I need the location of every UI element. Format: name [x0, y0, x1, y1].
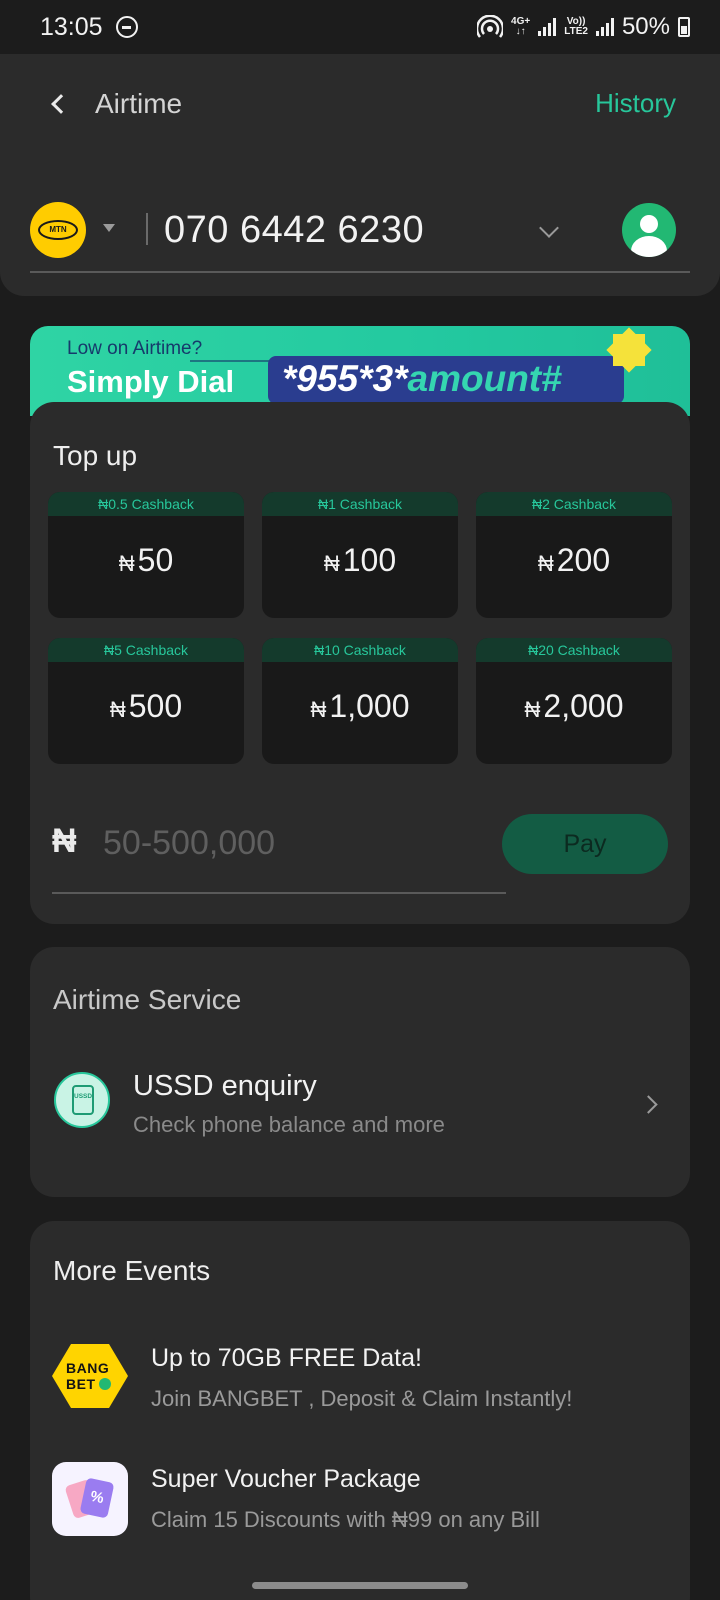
naira-icon: ₦	[323, 551, 340, 576]
amount-tile-100[interactable]: ₦1 Cashback ₦100	[262, 492, 458, 618]
phone-underline	[30, 271, 690, 273]
promo-code-main: *955*3*	[282, 358, 408, 399]
amount-input[interactable]	[103, 820, 483, 866]
voucher-tag-icon[interactable]: %	[52, 1462, 128, 1536]
home-indicator[interactable]	[252, 1582, 468, 1589]
promo-line2: Simply Dial	[67, 364, 235, 399]
cashback-badge: ₦1 Cashback	[262, 492, 458, 516]
chevron-right-icon	[639, 1095, 658, 1114]
cashback-badge: ₦0.5 Cashback	[48, 492, 244, 516]
cashback-badge: ₦5 Cashback	[48, 638, 244, 662]
signal-icon-2	[595, 18, 614, 36]
tile-amount-value: 50	[137, 542, 174, 578]
event-subtitle-bangbet[interactable]: Join BANGBET , Deposit & Claim Instantly…	[151, 1386, 572, 1412]
naira-icon: ₦	[524, 697, 541, 722]
more-events-title: More Events	[53, 1255, 211, 1286]
airtime-service-title: Airtime Service	[53, 984, 242, 1015]
pay-button[interactable]: Pay	[502, 814, 668, 874]
cashback-badge: ₦20 Cashback	[476, 638, 672, 662]
tile-amount: ₦500	[48, 688, 244, 725]
tile-amount-value: 500	[128, 688, 183, 724]
signal-icon-1	[538, 18, 557, 36]
tile-amount: ₦100	[262, 542, 458, 579]
amount-tile-1000[interactable]: ₦10 Cashback ₦1,000	[262, 638, 458, 764]
status-icons: 4G+ ↓↑ Vo)) LTE2 50%	[477, 13, 690, 41]
amount-underline	[52, 892, 506, 894]
tile-amount: ₦50	[48, 542, 244, 579]
ussd-title: USSD enquiry	[133, 1070, 317, 1102]
topup-title: Top up	[53, 440, 138, 471]
contacts-avatar-icon[interactable]	[622, 203, 676, 257]
cashback-badge: ₦10 Cashback	[262, 638, 458, 662]
naira-icon: ₦	[310, 697, 327, 722]
page-title: Airtime	[95, 88, 183, 119]
starburst-icon	[607, 328, 651, 372]
naira-icon: ₦	[109, 697, 126, 722]
ussd-icon-label: USSD	[72, 1085, 94, 1115]
tile-amount-value: 2,000	[543, 688, 624, 724]
history-link[interactable]: History	[595, 88, 676, 119]
tile-amount: ₦1,000	[262, 688, 458, 725]
bangbet-logo-line1: BANG	[66, 1360, 110, 1376]
ussd-subtitle: Check phone balance and more	[133, 1112, 445, 1137]
tile-amount-value: 200	[556, 542, 611, 578]
battery-icon	[678, 17, 690, 37]
network-selector[interactable]: MTN	[30, 202, 86, 258]
mtn-logo: MTN	[38, 220, 78, 240]
do-not-disturb-icon	[116, 16, 138, 38]
back-arrow-icon[interactable]	[44, 90, 74, 120]
ussd-enquiry-row[interactable]: USSD USSD enquiry Check phone balance an…	[30, 1052, 690, 1160]
tile-amount: ₦200	[476, 542, 672, 579]
naira-icon: ₦	[118, 551, 135, 576]
amount-tile-50[interactable]: ₦0.5 Cashback ₦50	[48, 492, 244, 618]
tile-amount-value: 1,000	[329, 688, 410, 724]
cashback-badge: ₦2 Cashback	[476, 492, 672, 516]
divider	[146, 213, 148, 245]
network-type: 4G+ ↓↑	[511, 17, 530, 37]
promo-code-accent: amount#	[407, 358, 562, 399]
ussd-phone-icon: USSD	[54, 1072, 110, 1128]
event-title-bangbet[interactable]: Up to 70GB FREE Data!	[151, 1344, 422, 1373]
voucher-tag-front: %	[79, 1477, 115, 1519]
event-title-voucher[interactable]: Super Voucher Package	[151, 1465, 421, 1494]
caret-down-icon[interactable]	[103, 224, 115, 232]
naira-icon: ₦	[537, 551, 554, 576]
bangbet-dot	[99, 1378, 111, 1390]
promo-ussd-code: *955*3*amount#	[282, 358, 562, 400]
event-subtitle-voucher[interactable]: Claim 15 Discounts with ₦99 on any Bill	[151, 1507, 540, 1533]
lte2-label: LTE2	[564, 26, 588, 37]
bangbet-logo[interactable]: BANG BET	[52, 1344, 128, 1408]
tile-amount: ₦2,000	[476, 688, 672, 725]
status-time: 13:05	[40, 13, 103, 41]
amount-tile-200[interactable]: ₦2 Cashback ₦200	[476, 492, 672, 618]
avatar-head	[640, 215, 658, 233]
amount-tile-500[interactable]: ₦5 Cashback ₦500	[48, 638, 244, 764]
volte-indicator: Vo)) LTE2	[564, 17, 588, 37]
hotspot-icon	[477, 15, 504, 38]
data-arrows-icon: ↓↑	[515, 26, 526, 37]
avatar-body	[631, 236, 667, 257]
battery-percent: 50%	[621, 13, 670, 40]
amount-tile-2000[interactable]: ₦20 Cashback ₦2,000	[476, 638, 672, 764]
status-bar: 13:05 4G+ ↓↑ Vo)) LTE2 50%	[0, 0, 720, 54]
tile-amount-value: 100	[342, 542, 397, 578]
naira-icon: ₦	[52, 822, 77, 860]
promo-line1: Low on Airtime?	[67, 338, 203, 359]
phone-number-field[interactable]: 070 6442 6230	[164, 209, 424, 252]
